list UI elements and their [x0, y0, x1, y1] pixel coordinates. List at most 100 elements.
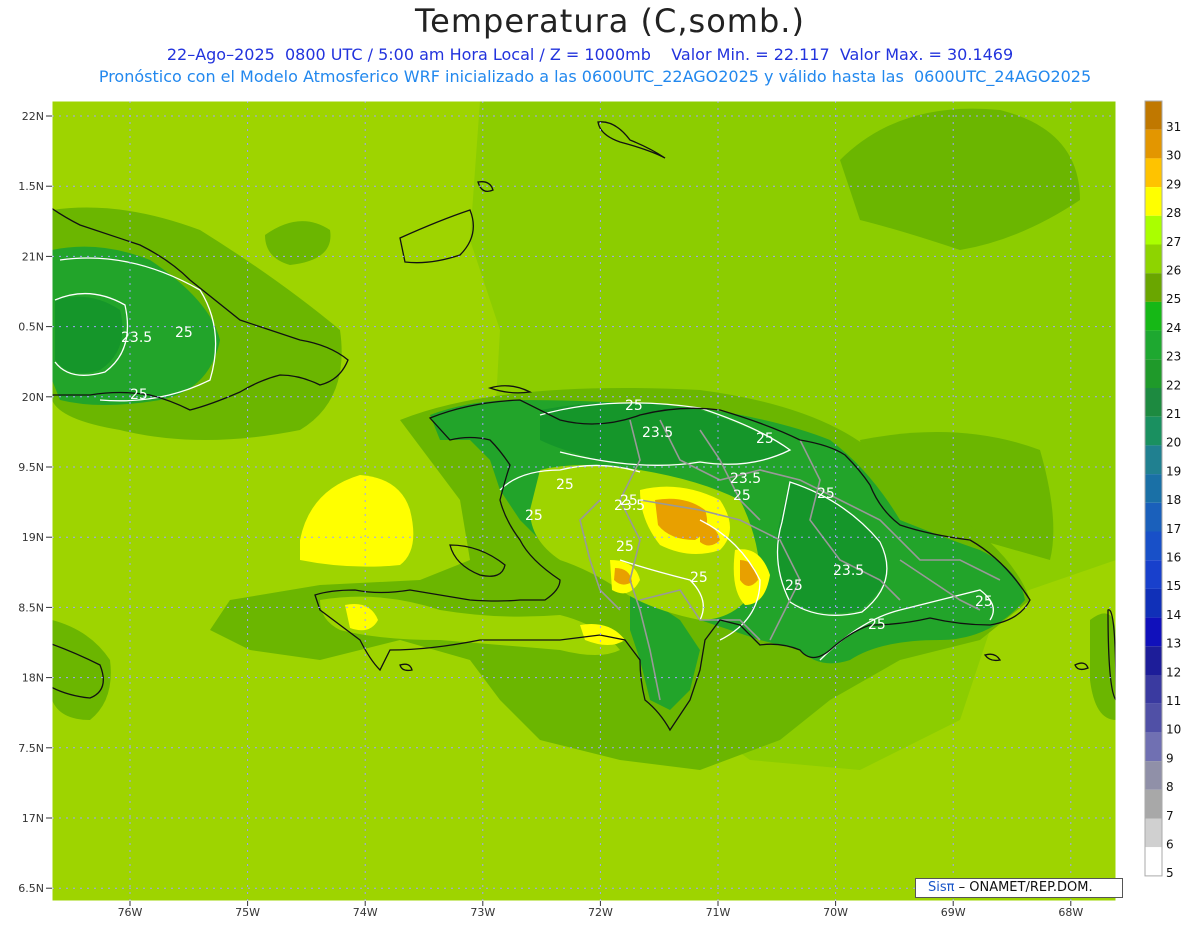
colorbar-swatch [1145, 187, 1162, 216]
contour-label: 23.5 [121, 330, 152, 346]
colorbar-label: 12 [1166, 665, 1181, 679]
contour-label: 25 [625, 398, 643, 414]
colorbar-swatch [1145, 474, 1162, 503]
colorbar-label: 30 [1166, 149, 1181, 163]
colorbar-label: 19 [1166, 464, 1181, 478]
colorbar-label: 29 [1166, 177, 1181, 191]
contour-label: 23.5 [642, 425, 673, 441]
contour-label: 25 [525, 508, 543, 524]
latitude-label: 22N [22, 110, 44, 123]
colorbar-label: 17 [1166, 522, 1181, 536]
longitude-label: 70W [823, 906, 848, 919]
contour-label: 25 [690, 570, 708, 586]
latitude-label: 1.5N [18, 180, 44, 193]
longitude-label: 76W [118, 906, 143, 919]
colorbar-swatch [1145, 359, 1162, 388]
longitude-label: 68W [1058, 906, 1083, 919]
latitude-label: 21N [22, 250, 44, 263]
colorbar-label: 16 [1166, 551, 1181, 565]
colorbar-swatch [1145, 158, 1162, 188]
colorbar-label: 26 [1166, 264, 1181, 278]
longitude-label: 69W [941, 906, 966, 919]
colorbar-swatch [1145, 761, 1162, 790]
contour-label: 25 [130, 387, 148, 403]
latitude-label: 8.5N [18, 601, 44, 614]
colorbar-swatch [1145, 646, 1162, 675]
colorbar-swatch [1145, 588, 1162, 618]
latitude-label: 17N [22, 812, 44, 825]
sispi-logo: Sisπ [928, 880, 955, 895]
colorbar: 31 30 29 28 27 26 25 24 23 22 21 20 19 18 17 16 15 14 13 12… [1144, 100, 1181, 880]
latitude-labels: 22N 1.5N 21N 0.5N 20N 9.5N 19N 8.5N 18N 7.5N 17N 6.… [18, 110, 52, 895]
contour-label: 25 [868, 617, 886, 633]
credit-text: – ONAMET/REP.DOM. [958, 880, 1093, 895]
contour-label: 25 [556, 477, 574, 493]
contour-label: 25 [733, 488, 751, 504]
latitude-label: 18N [22, 672, 44, 685]
colorbar-label: 22 [1166, 378, 1181, 392]
colorbar-swatch [1145, 416, 1162, 446]
colorbar-label: 20 [1166, 436, 1181, 450]
longitude-label: 71W [706, 906, 731, 919]
colorbar-label: 14 [1166, 608, 1181, 622]
temperature-field [52, 101, 1116, 901]
colorbar-label: 28 [1166, 206, 1181, 220]
colorbar-swatch [1145, 273, 1162, 302]
colorbar-swatch [1145, 129, 1162, 159]
colorbar-label: 7 [1166, 809, 1174, 823]
longitude-label: 73W [470, 906, 495, 919]
colorbar-swatch [1145, 388, 1162, 417]
latitude-label: 20N [22, 391, 44, 404]
contour-label: 23.5 [833, 563, 864, 579]
latitude-label: 19N [22, 531, 44, 544]
colorbar-label: 6 [1166, 838, 1174, 852]
colorbar-swatch [1145, 847, 1162, 876]
colorbar-swatch [1145, 789, 1162, 819]
colorbar-label: 9 [1166, 751, 1174, 765]
colorbar-swatch [1145, 675, 1162, 704]
contour-label: 25 [817, 486, 835, 502]
temperature-map: 22N 1.5N 21N 0.5N 20N 9.5N 19N 8.5N 18N 7.5N 17N 6.… [18, 100, 1181, 919]
colorbar-swatch [1145, 215, 1162, 245]
colorbar-label: 15 [1166, 579, 1181, 593]
colorbar-label: 31 [1166, 120, 1181, 134]
contour-label: 25 [175, 325, 193, 341]
colorbar-swatch [1145, 560, 1162, 589]
contour-label: 25 [616, 539, 634, 555]
latitude-label: 0.5N [18, 321, 44, 334]
contour-label: 25 [975, 594, 993, 610]
contour-label: 25 [756, 431, 774, 447]
latitude-label: 6.5N [18, 882, 44, 895]
colorbar-swatch [1145, 818, 1162, 848]
colorbar-swatch [1145, 732, 1162, 762]
colorbar-label: 13 [1166, 637, 1181, 651]
colorbar-label: 27 [1166, 235, 1181, 249]
colorbar-label: 8 [1166, 780, 1174, 794]
colorbar-swatch [1145, 330, 1162, 360]
colorbar-label: 10 [1166, 723, 1181, 737]
contour-label: 25 [620, 493, 638, 509]
colorbar-swatch [1145, 502, 1162, 532]
colorbar-swatch [1145, 301, 1162, 331]
colorbar-label: 23 [1166, 350, 1181, 364]
colorbar-label: 5 [1166, 866, 1174, 880]
latitude-label: 7.5N [18, 742, 44, 755]
colorbar-swatch [1145, 445, 1162, 475]
contour-label: 23.5 [730, 471, 761, 487]
longitude-label: 72W [588, 906, 613, 919]
colorbar-label: 18 [1166, 493, 1181, 507]
colorbar-swatch [1145, 101, 1162, 130]
colorbar-swatch [1145, 617, 1162, 647]
credit-box: Sisπ – ONAMET/REP.DOM. [915, 878, 1123, 898]
latitude-label: 9.5N [18, 461, 44, 474]
longitude-labels: 76W 75W 74W 73W 72W 71W 70W 69W 68W [118, 901, 1083, 919]
colorbar-label: 25 [1166, 292, 1181, 306]
contour-label: 25 [785, 578, 803, 594]
colorbar-label: 21 [1166, 407, 1181, 421]
colorbar-label: 24 [1166, 321, 1181, 335]
longitude-label: 75W [235, 906, 260, 919]
colorbar-swatch [1145, 531, 1162, 561]
colorbar-swatch [1145, 703, 1162, 733]
longitude-label: 74W [353, 906, 378, 919]
colorbar-swatch [1145, 244, 1162, 274]
